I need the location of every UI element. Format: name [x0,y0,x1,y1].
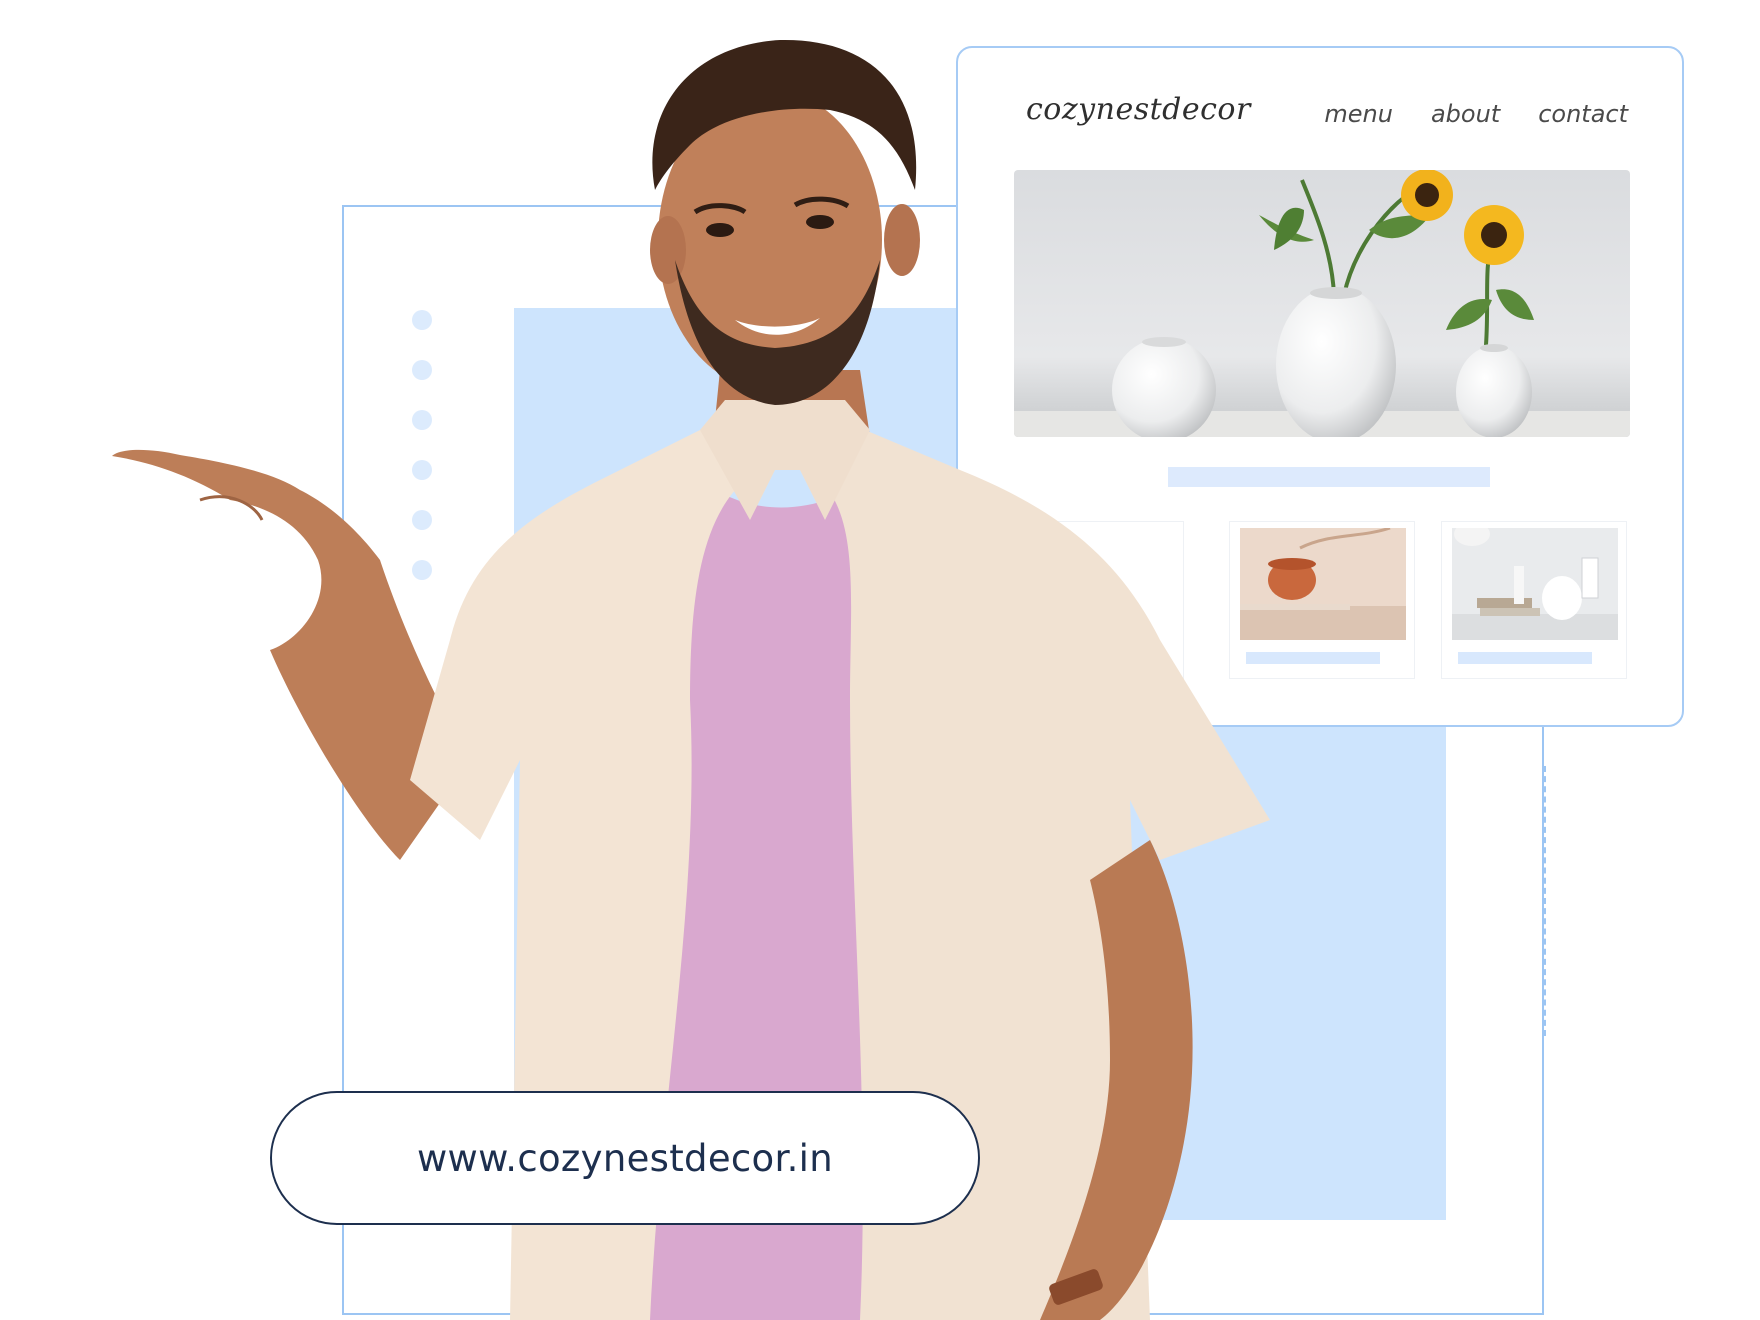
website-mockup-card: cozynestdecor menu about contact [956,46,1684,727]
nav-menu[interactable]: menu [1324,100,1393,128]
dot [412,310,432,330]
placeholder-heading-bar [1168,467,1490,487]
site-logo[interactable]: cozynestdecor [1026,92,1251,127]
product-card-partial [998,521,1184,679]
product-card-1[interactable] [1229,521,1415,679]
dot [412,460,432,480]
product-card-2[interactable] [1441,521,1627,679]
dot [412,560,432,580]
white-vases-image [1452,528,1618,640]
decorative-dots [412,310,436,610]
website-url-pill[interactable]: www.cozynestdecor.in [270,1091,980,1225]
copper-bowl-image [1240,528,1406,640]
website-url-text: www.cozynestdecor.in [417,1136,833,1180]
hero-image [1014,170,1630,437]
dot [412,360,432,380]
nav-about[interactable]: about [1431,100,1500,128]
nav-contact[interactable]: contact [1538,100,1628,128]
dot [412,410,432,430]
dot [412,510,432,530]
site-nav: menu about contact [1324,100,1628,128]
product-title-bar [1246,652,1380,664]
decorative-dashed-line [1544,766,1546,1036]
product-title-bar [1458,652,1592,664]
